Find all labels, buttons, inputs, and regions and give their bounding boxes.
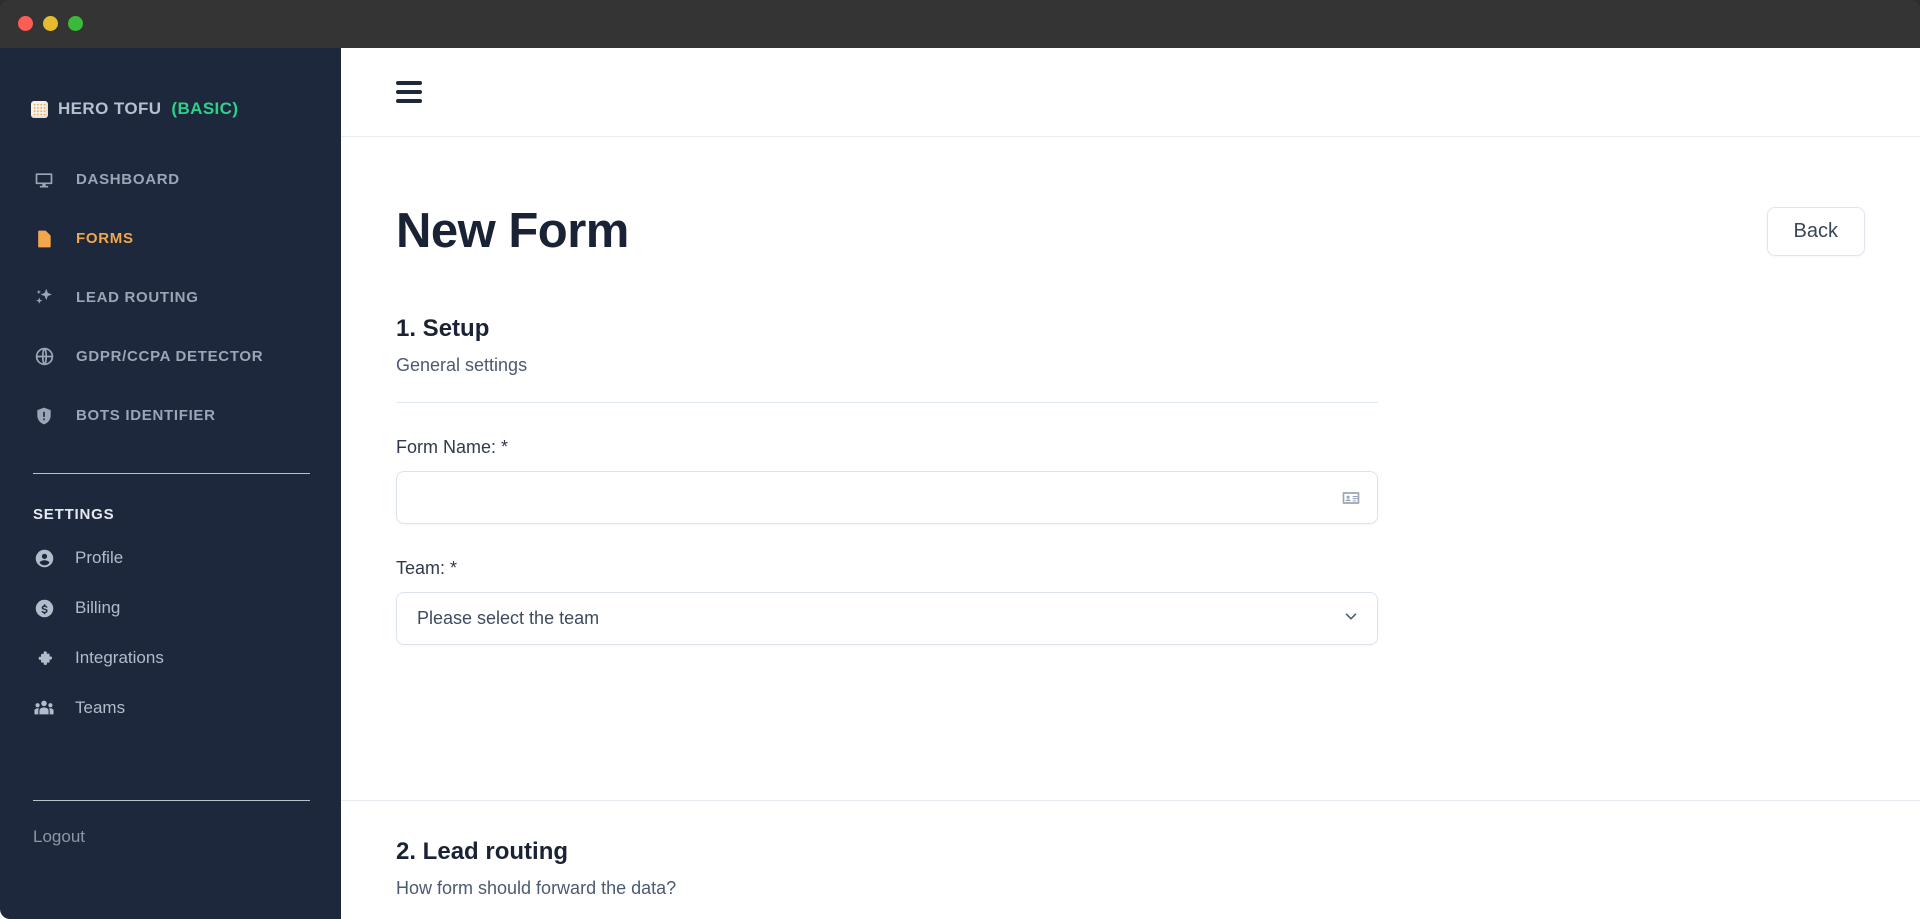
sidebar-item-label: LEAD ROUTING (76, 289, 199, 306)
team-select[interactable]: Please select the team (396, 592, 1378, 645)
main-content: New Form Back 1. Setup General settings … (341, 48, 1920, 919)
sidebar-item-forms[interactable]: FORMS (0, 209, 341, 268)
globe-icon (33, 346, 55, 368)
sidebar: HERO TOFU (BASIC) DASHBOARD FORMS LEAD R… (0, 48, 341, 919)
section-subtitle: How form should forward the data? (396, 878, 677, 898)
sidebar-item-gdpr-ccpa-detector[interactable]: GDPR/CCPA DETECTOR (0, 327, 341, 386)
sidebar-item-label: GDPR/CCPA DETECTOR (76, 348, 264, 365)
monitor-icon (33, 169, 55, 191)
sidebar-item-bots-identifier[interactable]: BOTS IDENTIFIER (0, 386, 341, 445)
page-header: New Form Back (396, 137, 1865, 277)
sidebar-footer: Logout (0, 800, 341, 847)
sidebar-item-label: Teams (75, 698, 126, 717)
section-title: 2. Lead routing (396, 838, 569, 865)
brand-name: HERO TOFU (58, 99, 162, 118)
close-window-button[interactable] (18, 16, 33, 31)
sidebar-footer-divider (33, 800, 310, 801)
section-title: 1. Setup (396, 315, 490, 342)
window-titlebar (0, 0, 1920, 48)
sidebar-item-label: FORMS (76, 230, 134, 247)
top-bar (341, 48, 1920, 137)
document-icon (33, 228, 55, 250)
brand[interactable]: HERO TOFU (BASIC) (0, 48, 341, 132)
back-button[interactable]: Back (1766, 206, 1865, 256)
sidebar-item-label: Integrations (75, 648, 164, 667)
team-label: Team: * (396, 558, 458, 578)
team-select-value: Please select the team (417, 608, 600, 628)
shield-alert-icon (33, 405, 55, 427)
field-form-name: Form Name: * (396, 437, 1378, 524)
page-title: New Form (396, 204, 629, 258)
sidebar-item-label: Profile (75, 548, 124, 567)
form-name-label: Form Name: * (396, 437, 509, 457)
sidebar-item-integrations[interactable]: Integrations (0, 633, 341, 683)
sidebar-item-teams[interactable]: Teams (0, 683, 341, 733)
brand-plan-badge: (BASIC) (171, 99, 239, 118)
form-name-input[interactable] (396, 471, 1378, 524)
section-separator (341, 800, 1920, 801)
settings-nav: Profile Billing Integrations Teams (0, 523, 341, 733)
sidebar-item-lead-routing[interactable]: LEAD ROUTING (0, 268, 341, 327)
sidebar-item-billing[interactable]: Billing (0, 583, 341, 633)
puzzle-piece-icon (33, 647, 55, 669)
window-traffic-lights (18, 16, 83, 31)
sidebar-item-label: DASHBOARD (76, 171, 180, 188)
sidebar-settings-heading: SETTINGS (33, 506, 115, 523)
primary-nav: DASHBOARD FORMS LEAD ROUTING GDPR/CCPA D… (0, 132, 341, 445)
sidebar-item-dashboard[interactable]: DASHBOARD (0, 150, 341, 209)
logout-button[interactable]: Logout (0, 801, 341, 847)
sidebar-item-label: BOTS IDENTIFIER (76, 407, 216, 424)
team-select-wrap: Please select the team (396, 592, 1378, 645)
sparkles-icon (33, 287, 55, 309)
section-divider (396, 402, 1378, 403)
page-body: New Form Back 1. Setup General settings … (341, 137, 1920, 645)
section-setup: 1. Setup General settings Form Name: * T… (396, 277, 1865, 645)
section-lead-routing: 2. Lead routing How form should forward … (396, 838, 676, 899)
chevron-down-icon (1342, 607, 1360, 630)
sidebar-item-profile[interactable]: Profile (0, 533, 341, 583)
dollar-circle-icon (33, 597, 55, 619)
tofu-block-icon (31, 100, 48, 118)
section-subtitle: General settings (396, 355, 528, 375)
app-window: HERO TOFU (BASIC) DASHBOARD FORMS LEAD R… (0, 0, 1920, 919)
sidebar-item-label: Billing (75, 598, 121, 617)
app-viewport: HERO TOFU (BASIC) DASHBOARD FORMS LEAD R… (0, 48, 1920, 919)
user-circle-icon (33, 547, 55, 569)
sidebar-divider (33, 473, 310, 474)
people-group-icon (33, 697, 55, 719)
minimize-window-button[interactable] (43, 16, 58, 31)
field-team: Team: * Please select the team (396, 558, 1378, 645)
form-name-input-wrap (396, 471, 1378, 524)
hamburger-icon[interactable] (396, 81, 422, 103)
zoom-window-button[interactable] (68, 16, 83, 31)
